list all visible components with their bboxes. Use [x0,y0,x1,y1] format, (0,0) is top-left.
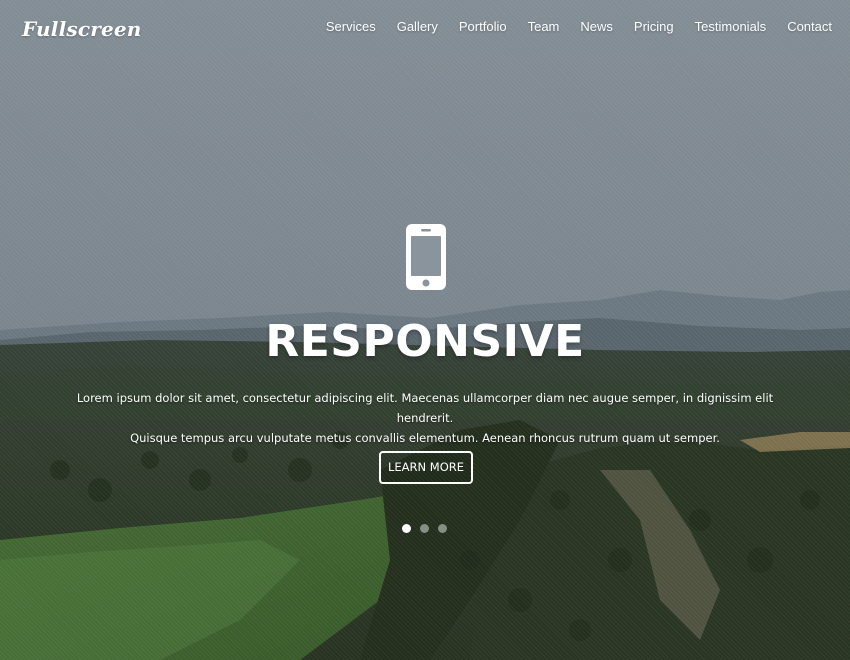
carousel-indicators [402,524,447,533]
slide-title: RESPONSIVE [265,316,585,367]
nav-menu: Services Gallery Portfolio Team News Pri… [305,19,832,34]
learn-more-button[interactable]: LEARN MORE [379,451,473,484]
site-logo[interactable]: Fullscreen [22,17,142,41]
carousel-dot-2[interactable] [420,524,429,533]
smartphone-icon [406,224,446,290]
slide-description: Lorem ipsum dolor sit amet, consectetur … [75,388,775,448]
slide-description-line-2: Quisque tempus arcu vulputate metus conv… [130,431,720,445]
nav-item-services[interactable]: Services [326,19,376,34]
carousel-dot-3[interactable] [438,524,447,533]
nav-item-gallery[interactable]: Gallery [397,19,438,34]
nav-item-pricing[interactable]: Pricing [634,19,674,34]
hero-slider: Fullscreen Services Gallery Portfolio Te… [0,0,850,660]
nav-item-team[interactable]: Team [528,19,560,34]
nav-item-contact[interactable]: Contact [787,19,832,34]
nav-item-testimonials[interactable]: Testimonials [695,19,767,34]
carousel-dot-1[interactable] [402,524,411,533]
slide-description-line-1: Lorem ipsum dolor sit amet, consectetur … [76,391,774,425]
top-navbar: Fullscreen Services Gallery Portfolio Te… [0,0,850,56]
nav-item-portfolio[interactable]: Portfolio [459,19,507,34]
nav-item-news[interactable]: News [580,19,613,34]
